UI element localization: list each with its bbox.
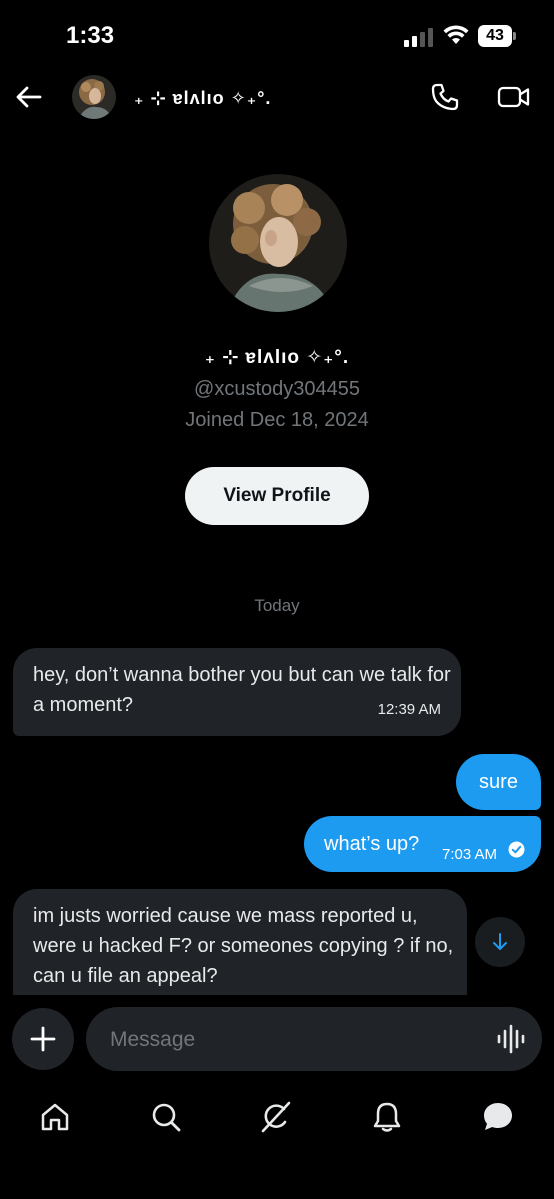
message-incoming[interactable]: hey, don’t wanna bother you but can we t…	[13, 648, 461, 736]
message-input-container	[86, 1007, 542, 1071]
voice-message-icon[interactable]	[496, 1024, 526, 1054]
message-text: what’s up?	[324, 833, 420, 855]
home-icon[interactable]	[38, 1100, 72, 1134]
message-text: sure	[479, 771, 518, 793]
video-call-icon[interactable]	[497, 84, 531, 110]
cellular-signal-icon	[404, 28, 433, 47]
message-outgoing[interactable]: what’s up? 7:03 AM	[304, 816, 541, 872]
message-timestamp: 12:39 AM	[377, 701, 441, 718]
status-time: 1:33	[66, 22, 115, 49]
scroll-to-bottom-button[interactable]	[475, 917, 525, 967]
wifi-icon	[443, 25, 469, 44]
message-timestamp: 7:03 AM	[442, 846, 498, 863]
message-outgoing[interactable]: sure	[456, 754, 541, 810]
grok-icon[interactable]	[259, 1100, 293, 1134]
arrow-down-icon	[493, 933, 507, 950]
message-incoming[interactable]: im justs worried cause we mass reported …	[13, 889, 467, 995]
view-profile-button[interactable]: View Profile	[185, 467, 369, 525]
profile-avatar[interactable]	[209, 174, 347, 312]
read-receipt-icon	[508, 841, 525, 858]
battery-cap	[513, 32, 516, 40]
add-attachment-button[interactable]	[12, 1008, 74, 1070]
back-arrow-icon[interactable]	[14, 82, 44, 112]
plus-icon	[30, 1026, 56, 1052]
phone-call-icon[interactable]	[430, 82, 460, 112]
header-avatar[interactable]	[72, 75, 116, 119]
profile-joined-date: Joined Dec 18, 2024	[185, 409, 369, 431]
message-input[interactable]	[108, 1025, 482, 1055]
search-icon[interactable]	[149, 1100, 183, 1134]
message-text: im justs worried cause we mass reported …	[33, 905, 454, 987]
notifications-icon[interactable]	[370, 1100, 404, 1134]
date-divider: Today	[254, 596, 300, 615]
messages-icon[interactable]	[481, 1100, 515, 1134]
conversation-title: ₊ ⊹ ɐlʌlıo ✧₊°.	[134, 88, 272, 108]
profile-handle: @xcustody304455	[194, 378, 360, 400]
profile-display-name: ₊ ⊹ ɐlʌlıo ✧₊°.	[204, 347, 350, 368]
battery-indicator: 43	[478, 25, 512, 47]
